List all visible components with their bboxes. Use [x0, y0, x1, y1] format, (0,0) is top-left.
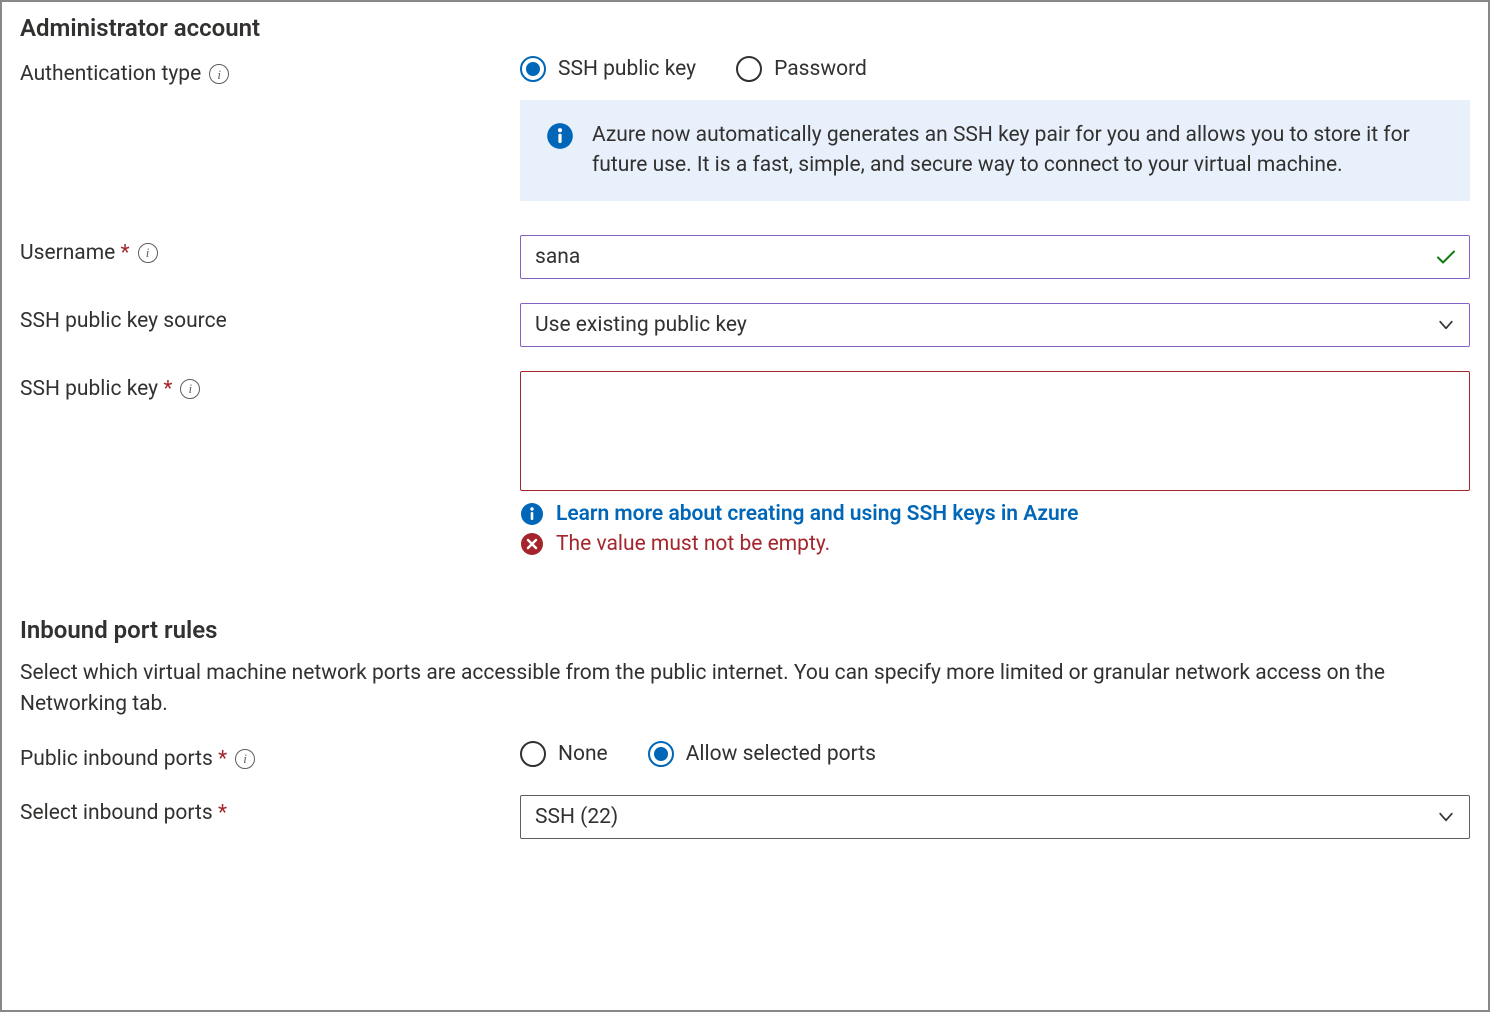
- section-heading-inbound: Inbound port rules: [20, 616, 1470, 644]
- field-select-inbound-ports: SSH (22): [520, 795, 1470, 839]
- info-callout: Azure now automatically generates an SSH…: [520, 100, 1470, 201]
- info-filled-icon: [546, 122, 574, 150]
- inbound-description: Select which virtual machine network por…: [20, 658, 1470, 721]
- radio-ssh-public-key[interactable]: SSH public key: [520, 56, 696, 82]
- error-icon: [520, 532, 544, 556]
- section-heading-admin: Administrator account: [20, 14, 1470, 42]
- key-source-select[interactable]: Use existing public key: [520, 303, 1470, 347]
- row-select-inbound-ports: Select inbound ports * SSH (22): [20, 795, 1470, 839]
- ssh-key-learn-link-row: Learn more about creating and using SSH …: [520, 502, 1470, 526]
- info-filled-icon: [520, 502, 544, 526]
- radio-unchecked-icon: [736, 56, 762, 82]
- label-text-inner: Select inbound ports: [20, 801, 213, 825]
- form-frame: Administrator account Authentication typ…: [0, 0, 1490, 1012]
- label-text: Authentication type: [20, 62, 201, 86]
- required-star: *: [218, 801, 227, 825]
- field-key-source: Use existing public key: [520, 303, 1470, 347]
- radio-none[interactable]: None: [520, 741, 608, 767]
- select-value: Use existing public key: [535, 313, 747, 337]
- username-input[interactable]: [520, 235, 1470, 279]
- row-username: Username * i: [20, 235, 1470, 279]
- radio-group-inbound: None Allow selected ports: [520, 741, 1470, 767]
- inbound-ports-select[interactable]: SSH (22): [520, 795, 1470, 839]
- row-key-source: SSH public key source Use existing publi…: [20, 303, 1470, 347]
- field-ssh-key: Learn more about creating and using SSH …: [520, 371, 1470, 556]
- required-star: *: [121, 241, 130, 265]
- label-text: Public inbound ports *: [20, 747, 227, 771]
- field-public-inbound-ports: None Allow selected ports: [520, 741, 1470, 767]
- select-value: SSH (22): [535, 805, 618, 829]
- ssh-key-error-text: The value must not be empty.: [556, 532, 830, 556]
- info-icon[interactable]: i: [180, 379, 200, 399]
- radio-password[interactable]: Password: [736, 56, 867, 82]
- label-text: SSH public key source: [20, 309, 227, 333]
- ssh-key-textarea[interactable]: [520, 371, 1470, 491]
- field-username: [520, 235, 1470, 279]
- radio-label: Password: [774, 57, 867, 81]
- radio-label: Allow selected ports: [686, 742, 876, 766]
- radio-group-auth: SSH public key Password: [520, 56, 1470, 82]
- label-select-inbound-ports: Select inbound ports *: [20, 795, 520, 825]
- radio-allow-selected-ports[interactable]: Allow selected ports: [648, 741, 876, 767]
- label-auth-type: Authentication type i: [20, 56, 520, 86]
- row-public-inbound-ports: Public inbound ports * i None Allow sele…: [20, 741, 1470, 771]
- ssh-key-learn-link[interactable]: Learn more about creating and using SSH …: [556, 502, 1078, 526]
- info-icon[interactable]: i: [138, 243, 158, 263]
- radio-label: SSH public key: [558, 57, 696, 81]
- label-text-inner: Public inbound ports: [20, 747, 213, 771]
- info-icon[interactable]: i: [235, 749, 255, 769]
- row-auth-type: Authentication type i SSH public key Pas…: [20, 56, 1470, 201]
- callout-text: Azure now automatically generates an SSH…: [592, 120, 1444, 181]
- radio-checked-icon: [520, 56, 546, 82]
- label-text-inner: SSH public key: [20, 377, 158, 401]
- label-ssh-key: SSH public key * i: [20, 371, 520, 401]
- label-text: SSH public key *: [20, 377, 172, 401]
- required-star: *: [218, 747, 227, 771]
- required-star: *: [163, 377, 172, 401]
- info-icon[interactable]: i: [209, 64, 229, 84]
- ssh-key-error-row: The value must not be empty.: [520, 532, 1470, 556]
- check-icon: [1434, 245, 1458, 269]
- label-key-source: SSH public key source: [20, 303, 520, 333]
- label-text: Username *: [20, 241, 130, 265]
- radio-label: None: [558, 742, 608, 766]
- label-text-inner: Username: [20, 241, 115, 265]
- label-username: Username * i: [20, 235, 520, 265]
- row-ssh-key: SSH public key * i Learn more about crea…: [20, 371, 1470, 556]
- radio-unchecked-icon: [520, 741, 546, 767]
- field-auth-type: SSH public key Password Azure now automa…: [520, 56, 1470, 201]
- label-text: Select inbound ports *: [20, 801, 227, 825]
- radio-checked-icon: [648, 741, 674, 767]
- label-public-inbound-ports: Public inbound ports * i: [20, 741, 520, 771]
